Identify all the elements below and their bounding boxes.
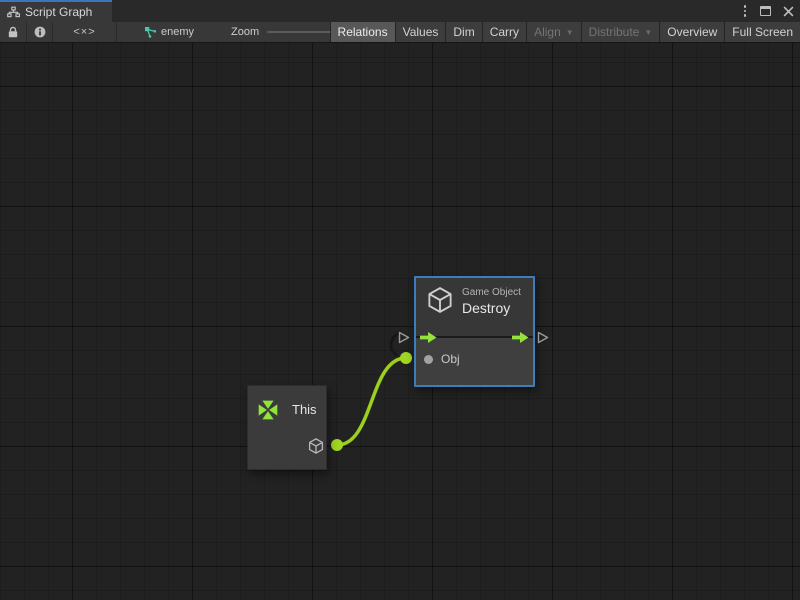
graph-name: enemy xyxy=(161,26,194,38)
control-output-arrow-icon[interactable] xyxy=(512,332,529,343)
lock-button[interactable] xyxy=(0,22,26,42)
toolbar-toggle-group: Relations Values Dim Carry Align ▼ Distr… xyxy=(330,22,800,42)
control-output-port[interactable] xyxy=(537,331,549,344)
control-input-arrow-icon[interactable] xyxy=(420,332,437,343)
gameobject-output-port-icon[interactable] xyxy=(307,437,325,455)
gameobject-cube-icon xyxy=(425,285,455,315)
node-category: Game Object xyxy=(462,287,521,298)
window-menu-icon[interactable] xyxy=(742,3,749,19)
tab-script-graph[interactable]: Script Graph xyxy=(0,0,112,22)
window-titlebar: Script Graph xyxy=(0,0,800,22)
relations-toggle[interactable]: Relations xyxy=(330,22,395,42)
close-icon[interactable] xyxy=(783,6,794,17)
maximize-icon[interactable] xyxy=(760,6,771,16)
obj-input-port[interactable] xyxy=(424,355,433,364)
info-button[interactable] xyxy=(27,22,52,42)
script-graph-icon xyxy=(7,6,20,18)
node-title: This xyxy=(292,402,317,417)
info-icon xyxy=(34,26,46,38)
node-title: Destroy xyxy=(462,300,521,316)
values-toggle[interactable]: Values xyxy=(395,22,446,42)
self-icon xyxy=(255,397,281,423)
control-input-port[interactable] xyxy=(398,331,410,344)
node-destroy[interactable]: Game Object Destroy Obj xyxy=(414,276,535,387)
chevron-down-icon: ▼ xyxy=(566,28,574,37)
graph-asset-icon xyxy=(144,26,157,39)
overview-button[interactable]: Overview xyxy=(659,22,724,42)
graph-toolbar: <×> enemy Zoom 1x Relations Values Dim C… xyxy=(0,22,800,43)
align-dropdown[interactable]: Align ▼ xyxy=(526,22,581,42)
toolbar-separator xyxy=(116,22,117,42)
obj-input-label: Obj xyxy=(441,352,460,366)
tab-title: Script Graph xyxy=(25,5,92,19)
code-view-button[interactable]: <×> xyxy=(53,22,116,42)
node-body xyxy=(416,338,533,385)
code-view-icon: <×> xyxy=(73,26,95,38)
graph-breadcrumb[interactable]: enemy xyxy=(144,26,194,39)
distribute-dropdown[interactable]: Distribute ▼ xyxy=(581,22,660,42)
chevron-down-icon: ▼ xyxy=(644,28,652,37)
lock-icon xyxy=(7,26,19,39)
node-this[interactable]: This xyxy=(247,385,327,470)
graph-canvas[interactable] xyxy=(0,43,800,600)
fullscreen-button[interactable]: Full Screen xyxy=(724,22,800,42)
carry-toggle[interactable]: Carry xyxy=(482,22,526,42)
dim-toggle[interactable]: Dim xyxy=(445,22,481,42)
zoom-label: Zoom xyxy=(231,26,259,38)
